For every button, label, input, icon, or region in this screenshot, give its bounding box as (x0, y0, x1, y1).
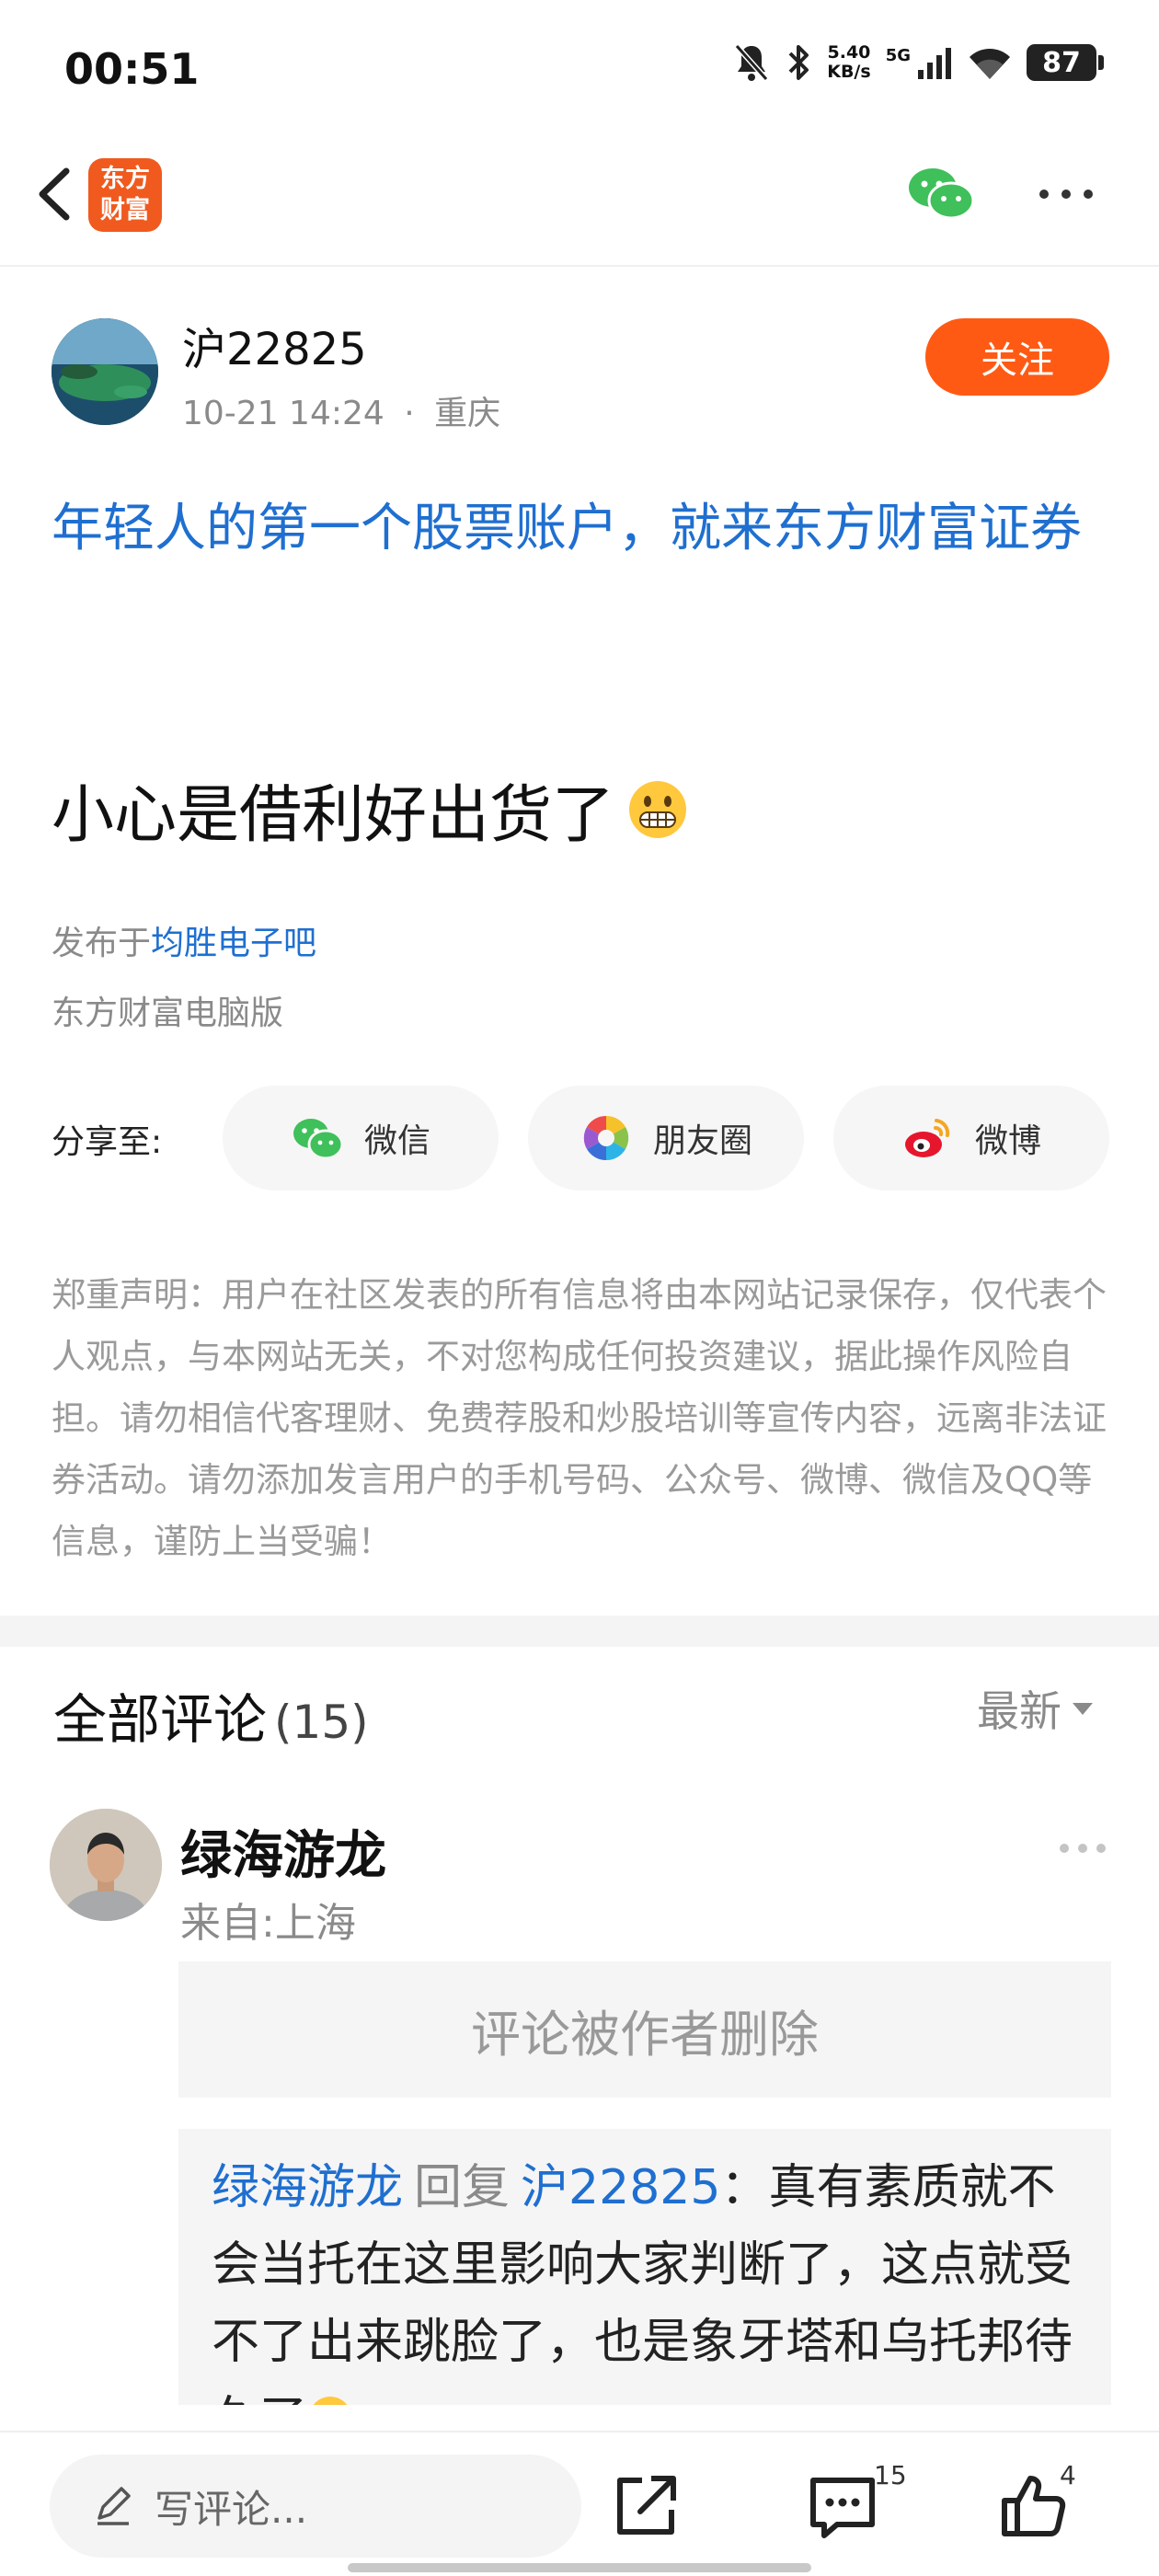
wechat-icon[interactable] (907, 166, 975, 221)
logo-line-1: 东方 (100, 165, 150, 193)
share-label: 分享至: (52, 1123, 163, 1161)
forum-link[interactable]: 均胜电子吧 (151, 925, 316, 962)
follow-button[interactable]: 关注 (925, 318, 1109, 396)
moments-icon (583, 1115, 629, 1161)
comment-icon[interactable] (806, 2471, 879, 2545)
status-time: 00:51 (64, 44, 200, 94)
weibo-icon (904, 1119, 950, 1157)
more-icon[interactable] (1039, 190, 1093, 199)
reply-item[interactable]: 绿海游龙 回复 沪22825：真有素质就不会当托在这里影响大家判断了，这点就受不了出… (178, 2129, 1111, 2405)
share-wechat-button[interactable]: 微信 (223, 1086, 499, 1190)
net-speed-unit: KB/s (827, 62, 871, 82)
comment-count-badge: 15 (874, 2460, 907, 2490)
app-logo[interactable]: 东方 财富 (88, 158, 162, 232)
bottom-action-bar: 写评论... 15 4 (0, 2431, 1159, 2576)
network-type: 5G (885, 45, 911, 65)
logo-line-2: 财富 (100, 196, 150, 224)
caret-down-icon (1073, 1702, 1093, 1715)
commenter-name[interactable]: 绿海游龙 (180, 1814, 386, 1889)
post-title: 小心是借利好出货了 (52, 764, 688, 855)
net-speed-value: 5.40 (827, 42, 871, 63)
reply-to-name[interactable]: 沪22825 (521, 2160, 720, 2215)
grimace-emoji-icon (629, 780, 687, 838)
post-location: 重庆 (434, 395, 501, 432)
comments-count: (15) (274, 1696, 369, 1749)
write-comment-input[interactable]: 写评论... (50, 2455, 581, 2558)
landscape-avatar-image (52, 318, 158, 425)
post-source: 东方财富电脑版 (52, 995, 284, 1032)
write-comment-placeholder: 写评论... (155, 2486, 308, 2532)
published-in: 发布于均胜电子吧 (52, 916, 316, 964)
share-out-icon[interactable] (609, 2469, 683, 2543)
comments-title: 全部评论 (53, 1688, 268, 1751)
disclaimer-text: 郑重声明：用户在社区发表的所有信息将由本网站记录保存，仅代表个人观点，与本网站无… (52, 1275, 1107, 1561)
comments-header: 全部评论 (15) (53, 1676, 369, 1754)
bluetooth-icon (788, 45, 809, 80)
post-title-text: 小心是借利好出货了 (52, 779, 615, 852)
laughing-emoji-icon (313, 2397, 348, 2405)
comment-more-icon[interactable] (1060, 1844, 1106, 1853)
commenter-avatar[interactable] (50, 1809, 162, 1921)
sort-dropdown[interactable]: 最新 (977, 1678, 1093, 1739)
promo-link[interactable]: 年轻人的第一个股票账户，就来东方财富证券 (52, 488, 1119, 570)
signal-icon (918, 48, 951, 79)
author-avatar[interactable] (52, 318, 158, 425)
net-speed: 5.40 KB/s (827, 43, 870, 82)
meta-separator: · (404, 395, 415, 432)
status-bar: 00:51 5.40 KB/s 5G 87 (0, 0, 1159, 138)
author-name[interactable]: 沪22825 (182, 313, 367, 377)
commenter-location: 来自:上海 (180, 1900, 356, 1947)
post-time: 10-21 14:24 (182, 395, 384, 432)
like-count-badge: 4 (1060, 2460, 1076, 2490)
published-prefix: 发布于 (52, 925, 152, 962)
section-divider (0, 1616, 1159, 1647)
battery-icon: 87 (1027, 44, 1104, 81)
status-icons: 5.40 KB/s 5G 87 (733, 42, 1104, 83)
top-nav-bar: 东方 财富 (0, 138, 1159, 267)
reply-verb: 回复 (414, 2160, 511, 2215)
mute-bell-icon (734, 44, 769, 81)
wifi-icon (970, 49, 1010, 79)
share-wechat-label: 微信 (363, 1122, 430, 1160)
share-moments-button[interactable]: 朋友圈 (528, 1086, 804, 1190)
post-meta: 10-21 14:24 · 重庆 (182, 386, 500, 434)
share-moments-label: 朋友圈 (652, 1122, 752, 1160)
back-arrow-icon[interactable] (24, 162, 88, 226)
pencil-icon (98, 2487, 131, 2525)
person-avatar-image (50, 1809, 162, 1921)
reply-from-name[interactable]: 绿海游龙 (212, 2160, 403, 2215)
home-indicator[interactable] (348, 2563, 811, 2572)
share-weibo-label: 微博 (974, 1122, 1041, 1160)
sort-label: 最新 (977, 1686, 1061, 1736)
share-weibo-button[interactable]: 微博 (833, 1086, 1109, 1190)
deleted-comment-notice: 评论被作者删除 (178, 1961, 1111, 2098)
wechat-icon (293, 1119, 344, 1160)
